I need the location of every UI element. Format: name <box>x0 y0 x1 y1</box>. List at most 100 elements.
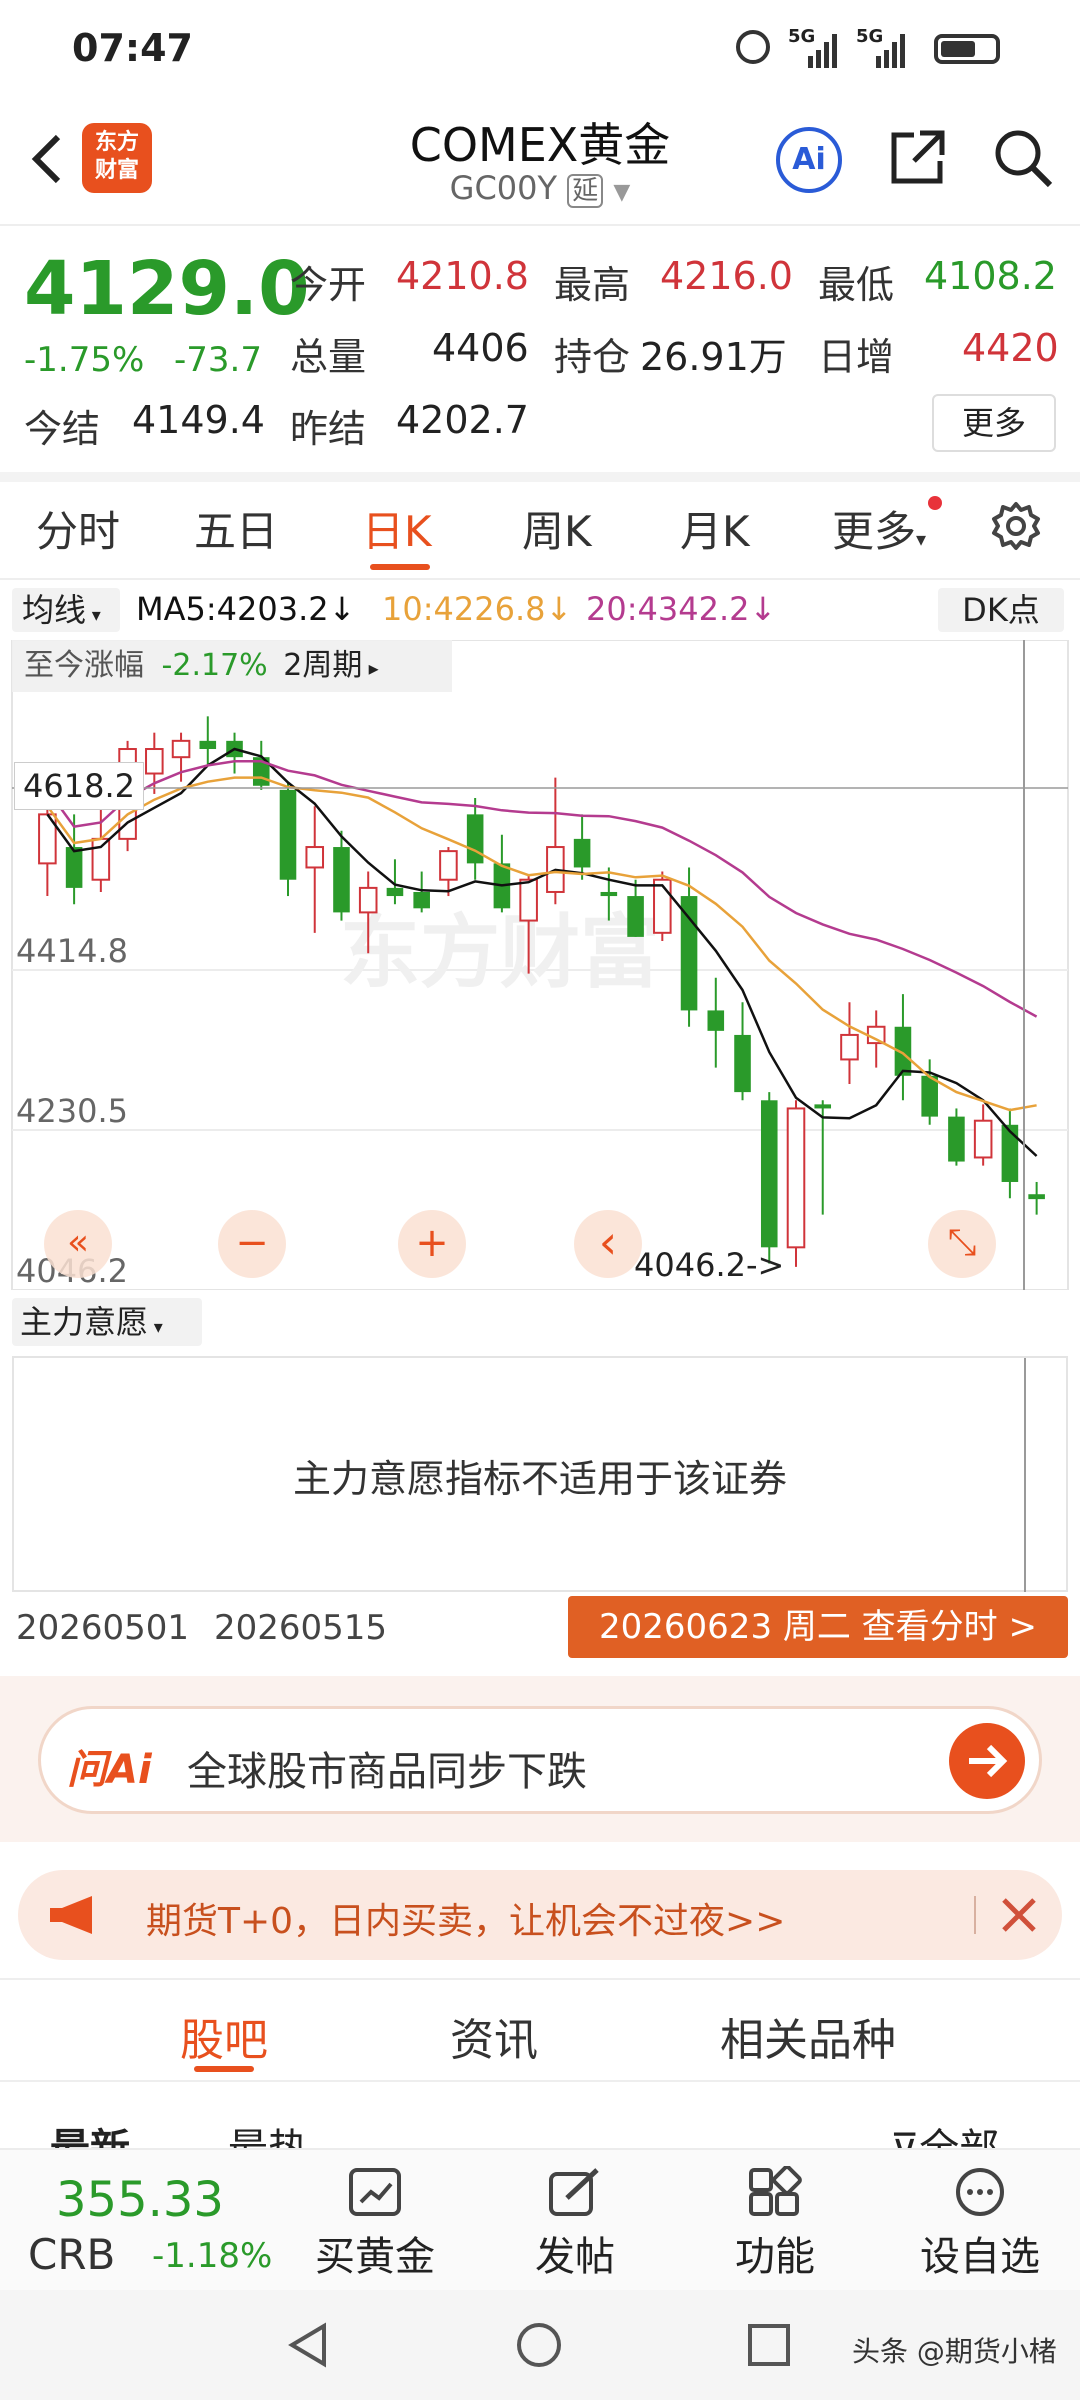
more-button[interactable]: 更多 <box>932 394 1056 452</box>
candle-body <box>439 850 458 881</box>
candle-body <box>814 1104 832 1109</box>
daily-inc-label: 日增 <box>818 335 895 379</box>
candle-body <box>171 739 191 759</box>
date-axis: 20260501 20260515 20260623 周二 查看分时 > <box>0 1596 1080 1666</box>
quote-divider <box>0 472 1080 482</box>
ma-select[interactable]: 均线 ▾ <box>12 588 120 632</box>
ma-indicator-bar: 均线 ▾ MA5:4203.2↓ 10:4226.8↓ 20:4342.2↓ D… <box>0 584 1080 636</box>
sub-indicator-panel: 主力意愿指标不适用于该证券 <box>12 1356 1068 1592</box>
period-change-box[interactable]: 至今涨幅 -2.17% 2周期 ▸ <box>12 640 452 692</box>
candle-body <box>680 896 698 1011</box>
last-price: 4129.0 <box>24 246 310 332</box>
search-icon[interactable] <box>990 125 1056 191</box>
candle-body <box>413 891 430 909</box>
zoom-out-button[interactable]: − <box>218 1210 286 1278</box>
nav-home-icon[interactable] <box>514 2320 564 2370</box>
tab-monthly-k[interactable]: 月K <box>680 498 750 559</box>
tab-guba[interactable]: 股吧 <box>180 2004 268 2068</box>
close-icon[interactable] <box>994 1890 1044 1940</box>
edit-icon <box>549 2168 599 2216</box>
post-button[interactable]: 发帖 <box>500 2166 650 2286</box>
megaphone-icon <box>48 1894 102 1936</box>
change-percent: -1.75% <box>24 340 145 380</box>
tab-more[interactable]: 更多▾ <box>832 498 926 559</box>
status-bar: 07:47 5G 5G <box>0 0 1080 90</box>
tab-intraday[interactable]: 分时 <box>36 498 120 559</box>
grid-icon <box>749 2166 802 2216</box>
candle-body <box>466 814 484 864</box>
ma20-value: 20:4342.2↓ <box>586 590 777 628</box>
add-watchlist-button[interactable]: 设自选 <box>900 2166 1060 2286</box>
period-tabs: 分时 五日 日K 周K 月K 更多▾ <box>0 482 1080 582</box>
functions-button[interactable]: 功能 <box>700 2166 850 2286</box>
nav-recents-icon[interactable] <box>744 2320 794 2370</box>
kline-svg[interactable]: 东方财富 <box>10 639 1070 1291</box>
candle-body <box>65 847 83 888</box>
index-value[interactable]: 355.33 <box>56 2172 224 2228</box>
notification-dot <box>928 496 942 510</box>
signal-icon-1: 5G <box>788 26 846 70</box>
delay-badge: 延 <box>567 174 604 208</box>
promo-banner[interactable]: 期货T+0，日内买卖，让机会不过夜>> <box>18 1870 1062 1960</box>
filter-all[interactable]: ⊽全部 <box>890 2116 999 2148</box>
fullscreen-button[interactable]: ⤡ <box>928 1210 996 1278</box>
prev-button[interactable]: ‹ <box>574 1210 642 1278</box>
crosshair-vertical-sub <box>1024 1358 1026 1592</box>
index-name: CRB <box>28 2230 116 2279</box>
open-label: 今开 <box>290 263 367 307</box>
app-header: 东方 财富 COMEX黄金 GC00Y 延 ▼ Ai <box>0 95 1080 225</box>
signal-icon-2: 5G <box>856 26 916 70</box>
chevron-right-icon: ▸ <box>362 656 379 680</box>
settle-value: 4149.4 <box>132 398 265 442</box>
dropdown-icon: ▾ <box>916 527 927 551</box>
zoom-in-button[interactable]: + <box>398 1210 466 1278</box>
oi-label: 持仓 <box>554 335 631 379</box>
tab-weekly-k[interactable]: 周K <box>522 498 592 559</box>
ma10-value: 10:4226.8↓ <box>382 590 573 628</box>
volume-label: 总量 <box>290 335 367 379</box>
buy-gold-button[interactable]: 买黄金 <box>300 2166 450 2286</box>
candle-body <box>519 878 538 922</box>
candle-body <box>707 1010 725 1031</box>
filter-hot[interactable]: 最热 <box>228 2116 308 2148</box>
scroll-left-button[interactable]: « <box>44 1210 112 1278</box>
view-intraday-button[interactable]: 20260623 周二 查看分时 > <box>568 1596 1068 1658</box>
candle-body <box>627 896 644 937</box>
ai-submit-arrow-icon[interactable] <box>949 1723 1025 1799</box>
tab-related[interactable]: 相关品种 <box>720 2004 896 2068</box>
tab-five-day[interactable]: 五日 <box>194 498 278 559</box>
candle-body <box>358 886 378 914</box>
tab-daily-k[interactable]: 日K <box>362 498 432 559</box>
promo-text: 期货T+0，日内买卖，让机会不过夜>> <box>146 1901 786 1942</box>
ma5-value: MA5:4203.2↓ <box>136 590 356 628</box>
candle-body <box>199 740 217 750</box>
filter-latest[interactable]: 最新 <box>50 2116 130 2148</box>
nav-back-icon[interactable] <box>284 2320 334 2370</box>
chart-board-icon <box>349 2168 401 2216</box>
change-value: -73.7 <box>174 340 262 380</box>
dropdown-icon: ▾ <box>148 1317 163 1338</box>
sub-indicator-select[interactable]: 主力意愿 ▾ <box>12 1298 202 1346</box>
y-tick-2: 4230.5 <box>16 1092 128 1130</box>
ai-query-box[interactable]: 问Ai 全球股市商品同步下跌 <box>38 1706 1042 1814</box>
kline-chart[interactable]: 东方财富 至今涨幅 -2.17% 2周期 ▸ 4618.2 4414.8 423… <box>10 639 1070 1291</box>
volume-value: 4406 <box>432 326 529 370</box>
candle-body <box>734 1034 751 1093</box>
candle-body <box>948 1116 965 1162</box>
system-nav-bar: 头条 @期货小楮 <box>0 2290 1080 2400</box>
tab-news[interactable]: 资讯 <box>450 2004 538 2068</box>
tab-active-underline <box>370 564 430 570</box>
share-icon[interactable] <box>884 125 950 191</box>
low-label: 最低 <box>818 263 895 307</box>
candle-body <box>1028 1194 1045 1200</box>
ai-button[interactable]: Ai <box>776 127 842 193</box>
candle-body <box>386 887 404 897</box>
candle-body <box>1001 1124 1019 1182</box>
battery-icon <box>934 34 1000 64</box>
tabs-divider <box>0 578 1080 580</box>
low-value: 4108.2 <box>924 254 1057 298</box>
settings-gear-icon[interactable] <box>988 498 1048 558</box>
high-value: 4216.0 <box>660 254 793 298</box>
dropdown-icon: ▾ <box>86 605 101 626</box>
dk-select[interactable]: DK点 <box>938 588 1064 632</box>
